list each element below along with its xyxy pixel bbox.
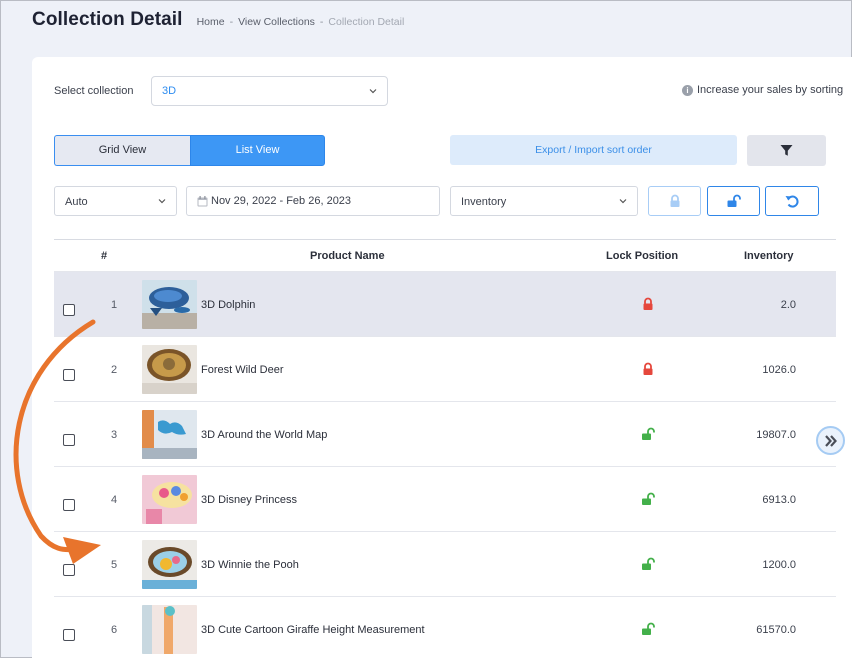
- table-row[interactable]: 5 3D Winnie the Pooh 1200.0: [54, 531, 836, 596]
- export-import-button[interactable]: Export / Import sort order: [450, 135, 737, 165]
- filter-button[interactable]: [747, 135, 826, 166]
- product-thumbnail: [142, 280, 197, 329]
- row-index: 6: [110, 624, 118, 636]
- sort-by-value: Inventory: [461, 196, 507, 208]
- row-checkbox[interactable]: [63, 629, 75, 641]
- collection-select[interactable]: 3D: [151, 76, 388, 106]
- chevron-down-icon: [157, 196, 167, 206]
- product-name: 3D Around the World Map: [201, 429, 328, 441]
- inventory-value: 2.0: [780, 299, 796, 311]
- unlock-icon: [727, 194, 741, 207]
- inventory-value: 1200.0: [762, 559, 796, 571]
- product-name: 3D Cute Cartoon Giraffe Height Measureme…: [201, 624, 425, 636]
- unlock-all-button[interactable]: [707, 186, 760, 216]
- row-checkbox[interactable]: [63, 304, 75, 316]
- locked-icon[interactable]: [641, 297, 655, 311]
- row-index: 1: [110, 299, 118, 311]
- collection-card: Select collection 3D i Increase your sal…: [32, 57, 852, 658]
- sort-by-select[interactable]: Inventory: [450, 186, 638, 216]
- table-row[interactable]: 1 3D Dolphin 2.0: [54, 271, 836, 336]
- auto-select[interactable]: Auto: [54, 186, 177, 216]
- info-icon: i: [682, 84, 693, 96]
- product-name: 3D Dolphin: [201, 299, 256, 311]
- product-thumbnail: [142, 475, 197, 524]
- unlocked-icon[interactable]: [641, 427, 655, 441]
- inventory-value: 6913.0: [762, 494, 796, 506]
- inventory-value: 61570.0: [756, 624, 796, 636]
- row-checkbox[interactable]: [63, 434, 75, 446]
- row-checkbox[interactable]: [63, 369, 75, 381]
- header-inventory: Inventory: [744, 250, 794, 262]
- grid-view-button[interactable]: Grid View: [54, 135, 190, 166]
- sorting-hint: i Increase your sales by sorting: [682, 84, 843, 96]
- lock-all-button[interactable]: [648, 186, 701, 216]
- breadcrumb-home[interactable]: Home: [197, 16, 225, 28]
- breadcrumb-view-collections[interactable]: View Collections: [238, 16, 315, 28]
- locked-icon[interactable]: [641, 362, 655, 376]
- filter-icon: [780, 145, 793, 156]
- view-toggle: Grid View List View: [54, 135, 325, 166]
- date-range-value: Nov 29, 2022 - Feb 26, 2023: [211, 195, 352, 207]
- row-checkbox[interactable]: [63, 499, 75, 511]
- page-header: Collection Detail Home - View Collection…: [32, 9, 404, 35]
- unlocked-icon[interactable]: [641, 557, 655, 571]
- table-row[interactable]: 4 3D Disney Princess 6913.0: [54, 466, 836, 531]
- table-row[interactable]: 6 3D Cute Cartoon Giraffe Height Measure…: [54, 596, 836, 658]
- double-chevron-right-icon: [824, 434, 837, 447]
- chevron-down-icon: [618, 196, 628, 206]
- row-checkbox[interactable]: [63, 564, 75, 576]
- calendar-icon: [197, 195, 208, 206]
- table-header: # Product Name Lock Position Inventory: [54, 239, 836, 271]
- date-range-picker[interactable]: Nov 29, 2022 - Feb 26, 2023: [186, 186, 440, 216]
- product-name: 3D Disney Princess: [201, 494, 297, 506]
- products-table: # Product Name Lock Position Inventory 1…: [54, 239, 836, 658]
- lock-icon: [670, 194, 679, 207]
- table-row[interactable]: 2 Forest Wild Deer 1026.0: [54, 336, 836, 401]
- breadcrumb-separator: -: [229, 16, 234, 28]
- product-thumbnail: [142, 345, 197, 394]
- header-index: #: [101, 250, 108, 262]
- breadcrumb: Home - View Collections - Collection Det…: [197, 16, 405, 28]
- row-index: 3: [110, 429, 118, 441]
- product-name: Forest Wild Deer: [201, 364, 284, 376]
- breadcrumb-current: Collection Detail: [328, 16, 405, 28]
- header-lock-position: Lock Position: [606, 250, 679, 262]
- select-collection-label: Select collection: [54, 85, 134, 97]
- unlocked-icon[interactable]: [641, 492, 655, 506]
- header-product-name: Product Name: [310, 250, 385, 262]
- row-index: 5: [110, 559, 118, 571]
- breadcrumb-separator: -: [319, 16, 324, 28]
- undo-icon: [785, 195, 799, 208]
- scroll-right-button[interactable]: [816, 426, 845, 455]
- unlocked-icon[interactable]: [641, 622, 655, 636]
- sorting-hint-text: Increase your sales by sorting: [697, 84, 844, 96]
- page-title: Collection Detail: [32, 9, 183, 30]
- product-thumbnail: [142, 410, 197, 459]
- inventory-value: 1026.0: [762, 364, 796, 376]
- row-index: 2: [110, 364, 118, 376]
- chevron-down-icon: [368, 86, 378, 96]
- reset-button[interactable]: [765, 186, 819, 216]
- product-thumbnail: [142, 540, 197, 589]
- auto-select-value: Auto: [65, 196, 88, 208]
- collection-select-value: 3D: [162, 85, 177, 97]
- row-index: 4: [110, 494, 118, 506]
- list-view-button[interactable]: List View: [190, 135, 325, 166]
- product-name: 3D Winnie the Pooh: [201, 559, 299, 571]
- product-thumbnail: [142, 605, 197, 654]
- inventory-value: 19807.0: [756, 429, 796, 441]
- table-row[interactable]: 3 3D Around the World Map 19807.0: [54, 401, 836, 466]
